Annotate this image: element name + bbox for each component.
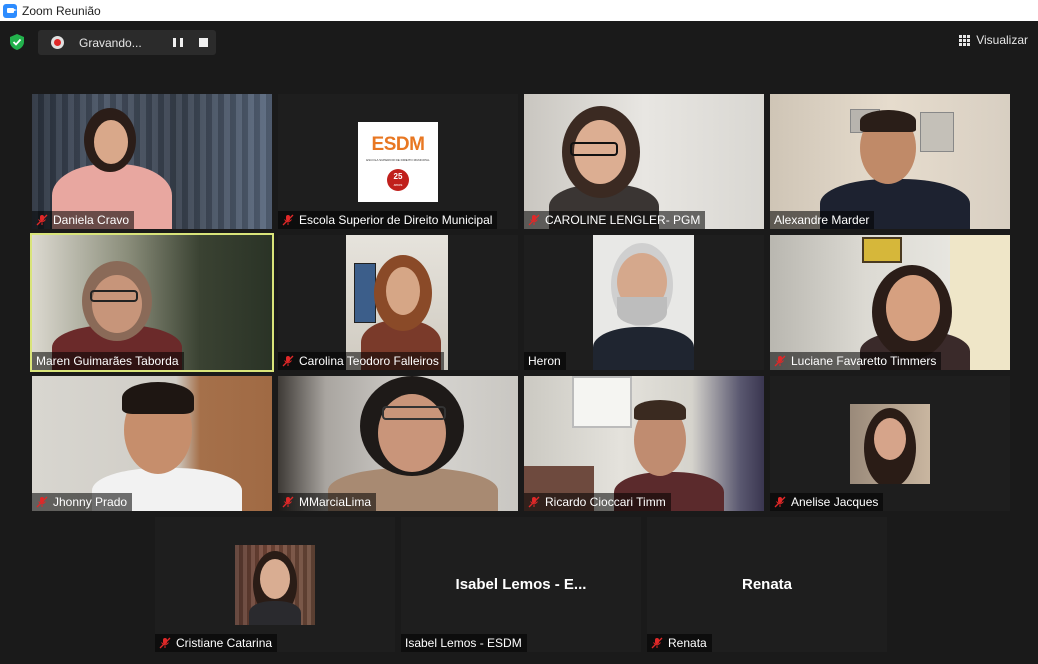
participant-name: CAROLINE LENGLER- PGM xyxy=(545,213,701,227)
video-off-name: Isabel Lemos - E... xyxy=(455,576,587,593)
participant-name: Ricardo Cioccari Timm xyxy=(545,495,666,509)
muted-microphone-icon xyxy=(159,637,171,649)
participant-name: Renata xyxy=(668,636,707,650)
participant-nameplate: Daniela Cravo xyxy=(32,211,135,229)
participant-name: MMarciaLima xyxy=(299,495,372,509)
participant-tile[interactable]: Cristiane Catarina xyxy=(155,517,395,652)
window-title: Zoom Reunião xyxy=(22,3,101,18)
participant-tile[interactable]: ESDM ESCOLA SUPERIOR DE DIREITO MUNICIPA… xyxy=(278,94,518,229)
muted-microphone-icon xyxy=(282,355,294,367)
participant-video xyxy=(524,94,764,229)
participant-nameplate: Luciane Favaretto Timmers xyxy=(770,352,942,370)
participant-name: Alexandre Marder xyxy=(774,213,870,227)
participant-nameplate: Escola Superior de Direito Municipal xyxy=(278,211,498,229)
muted-microphone-icon xyxy=(528,496,540,508)
participant-photo xyxy=(235,545,315,625)
recording-bar: Gravando... xyxy=(38,30,216,55)
participant-nameplate: Carolina Teodoro Falleiros xyxy=(278,352,444,370)
participant-name: Isabel Lemos - ESDM xyxy=(405,636,522,650)
muted-microphone-icon xyxy=(282,214,294,226)
recording-label: Gravando... xyxy=(79,35,142,50)
title-bar: Zoom Reunião xyxy=(0,0,1038,21)
recording-icon xyxy=(51,36,64,49)
participant-nameplate: MMarciaLima xyxy=(278,493,377,511)
participant-video xyxy=(32,235,272,370)
participant-video xyxy=(32,376,272,511)
participant-tile[interactable]: Heron xyxy=(524,235,764,370)
participant-name: Cristiane Catarina xyxy=(176,636,273,650)
esdm-logo-subtitle: ESCOLA SUPERIOR DE DIREITO MUNICIPAL xyxy=(366,158,430,162)
participant-video xyxy=(32,94,272,229)
participant-video xyxy=(770,235,1010,370)
participant-name: Maren Guimarães Taborda xyxy=(36,354,179,368)
esdm-logo-acronym: ESDM xyxy=(371,134,425,155)
video-off-name: Renata xyxy=(741,576,793,593)
participant-video xyxy=(278,376,518,511)
pause-recording-button[interactable] xyxy=(173,38,183,47)
participant-video xyxy=(346,235,448,370)
muted-microphone-icon xyxy=(774,496,786,508)
participant-nameplate: Maren Guimarães Taborda xyxy=(32,352,184,370)
participant-nameplate: CAROLINE LENGLER- PGM xyxy=(524,211,706,229)
participant-tile[interactable]: CAROLINE LENGLER- PGM xyxy=(524,94,764,229)
participant-tile[interactable]: Daniela Cravo xyxy=(32,94,272,229)
participant-video xyxy=(770,94,1010,229)
participant-tile[interactable]: Jhonny Prado xyxy=(32,376,272,511)
participant-tile[interactable]: MMarciaLima xyxy=(278,376,518,511)
esdm-logo-anniversary-unit: anos xyxy=(393,182,403,187)
participant-nameplate: Heron xyxy=(524,352,566,370)
participant-photo xyxy=(850,404,930,484)
participant-name: Jhonny Prado xyxy=(53,495,128,509)
meeting-area: Gravando... Visualizar Daniela Cravo ESD… xyxy=(0,21,1038,664)
esdm-logo: ESDM ESCOLA SUPERIOR DE DIREITO MUNICIPA… xyxy=(358,122,438,202)
participant-tile[interactable]: Renata Renata xyxy=(647,517,887,652)
participant-nameplate: Renata xyxy=(647,634,712,652)
view-label: Visualizar xyxy=(976,33,1028,47)
participant-name: Luciane Favaretto Timmers xyxy=(791,354,937,368)
participant-tile-active-speaker[interactable]: Maren Guimarães Taborda xyxy=(30,233,274,372)
esdm-logo-anniversary: 25 xyxy=(393,172,403,181)
participant-nameplate: Cristiane Catarina xyxy=(155,634,278,652)
stop-recording-button[interactable] xyxy=(199,38,208,47)
muted-microphone-icon xyxy=(651,637,663,649)
participant-tile[interactable]: Ricardo Cioccari Timm xyxy=(524,376,764,511)
view-button[interactable]: Visualizar xyxy=(959,33,1028,47)
participant-tile[interactable]: Anelise Jacques xyxy=(770,376,1010,511)
participant-nameplate: Ricardo Cioccari Timm xyxy=(524,493,671,511)
security-shield-icon[interactable] xyxy=(10,34,24,50)
participant-name: Escola Superior de Direito Municipal xyxy=(299,213,493,227)
muted-microphone-icon xyxy=(36,496,48,508)
muted-microphone-icon xyxy=(528,214,540,226)
participant-video xyxy=(524,376,764,511)
muted-microphone-icon xyxy=(36,214,48,226)
participant-tile[interactable]: Luciane Favaretto Timmers xyxy=(770,235,1010,370)
participant-tile[interactable]: Alexandre Marder xyxy=(770,94,1010,229)
muted-microphone-icon xyxy=(774,355,786,367)
participant-video xyxy=(593,235,694,370)
participant-name: Carolina Teodoro Falleiros xyxy=(299,354,439,368)
participant-nameplate: Alexandre Marder xyxy=(770,211,875,229)
participant-name: Heron xyxy=(528,354,561,368)
muted-microphone-icon xyxy=(282,496,294,508)
participant-nameplate: Jhonny Prado xyxy=(32,493,133,511)
gallery-view-icon xyxy=(959,34,971,46)
participant-name: Anelise Jacques xyxy=(791,495,879,509)
participant-tile[interactable]: Carolina Teodoro Falleiros xyxy=(278,235,518,370)
participant-nameplate: Isabel Lemos - ESDM xyxy=(401,634,527,652)
zoom-logo-icon xyxy=(3,3,17,18)
participant-tile[interactable]: Isabel Lemos - E... Isabel Lemos - ESDM xyxy=(401,517,641,652)
participant-nameplate: Anelise Jacques xyxy=(770,493,884,511)
participant-name: Daniela Cravo xyxy=(53,213,130,227)
